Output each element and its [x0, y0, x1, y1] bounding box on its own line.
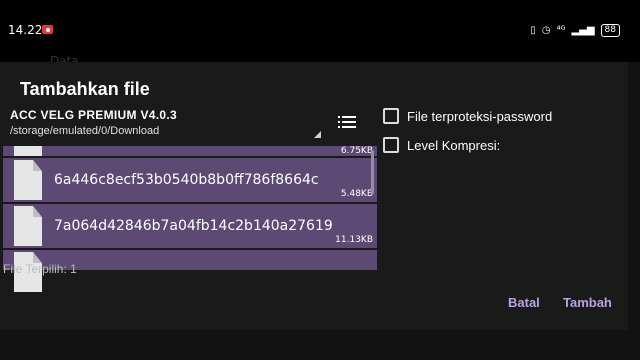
password-option-label: File terproteksi-password: [407, 108, 553, 124]
screen-record-icon: [42, 25, 53, 34]
cancel-button[interactable]: Batal: [508, 295, 540, 310]
list-item[interactable]: 6.75KB: [3, 146, 377, 156]
list-view-icon[interactable]: [338, 116, 356, 130]
file-list-scrollbar[interactable]: [371, 150, 374, 194]
folder-path[interactable]: /storage/emulated/0/Download: [10, 125, 159, 137]
password-option[interactable]: File terproteksi-password: [383, 108, 552, 124]
file-name: 6a446c8ecf53b0540b8b0ff786f8664c: [54, 172, 319, 188]
file-list[interactable]: 6.75KB 6a446c8ecf53b0540b8b0ff786f8664c …: [3, 146, 377, 322]
file-name: 7a064d42846b7a04fb14c2b140a27619: [54, 218, 333, 234]
selected-count: File Terpilih: 1: [3, 262, 77, 276]
status-bar: 14.22 ▯ ◷ ⁴ᴳ ▂▄▆ 88: [0, 0, 640, 62]
network-label: ⁴ᴳ: [556, 25, 566, 36]
folder-name[interactable]: ACC VELG PREMIUM V4.0.3: [10, 108, 177, 122]
list-item[interactable]: 7a064d42846b7a04fb14c2b140a27619 11.13KB: [3, 204, 377, 248]
folder-dropdown-icon[interactable]: [314, 131, 321, 138]
file-icon: [14, 146, 42, 156]
compression-option-label: Level Kompresi:: [407, 137, 501, 153]
file-size: 11.13KB: [335, 235, 373, 245]
password-checkbox[interactable]: [383, 108, 399, 124]
file-size: 6.75KB: [340, 146, 373, 156]
add-file-dialog: Tambahkan file ACC VELG PREMIUM V4.0.3 /…: [0, 62, 628, 330]
file-icon: [14, 206, 42, 246]
add-button[interactable]: Tambah: [563, 295, 612, 310]
status-time: 14.22: [8, 23, 43, 37]
dialog-title: Tambahkan file: [20, 79, 150, 99]
signal-icon: ▂▄▆: [571, 25, 595, 36]
file-icon: [14, 160, 42, 200]
status-icons: ▯ ◷ ⁴ᴳ ▂▄▆ 88: [530, 24, 620, 37]
vibrate-icon: ▯: [530, 25, 536, 36]
file-size: 5.48KB: [340, 189, 373, 199]
compression-option[interactable]: Level Kompresi:: [383, 137, 500, 153]
battery-indicator: 88: [600, 24, 620, 37]
alarm-icon: ◷: [541, 25, 551, 36]
list-item[interactable]: 6a446c8ecf53b0540b8b0ff786f8664c 5.48KB: [3, 158, 377, 202]
compression-checkbox[interactable]: [383, 137, 399, 153]
